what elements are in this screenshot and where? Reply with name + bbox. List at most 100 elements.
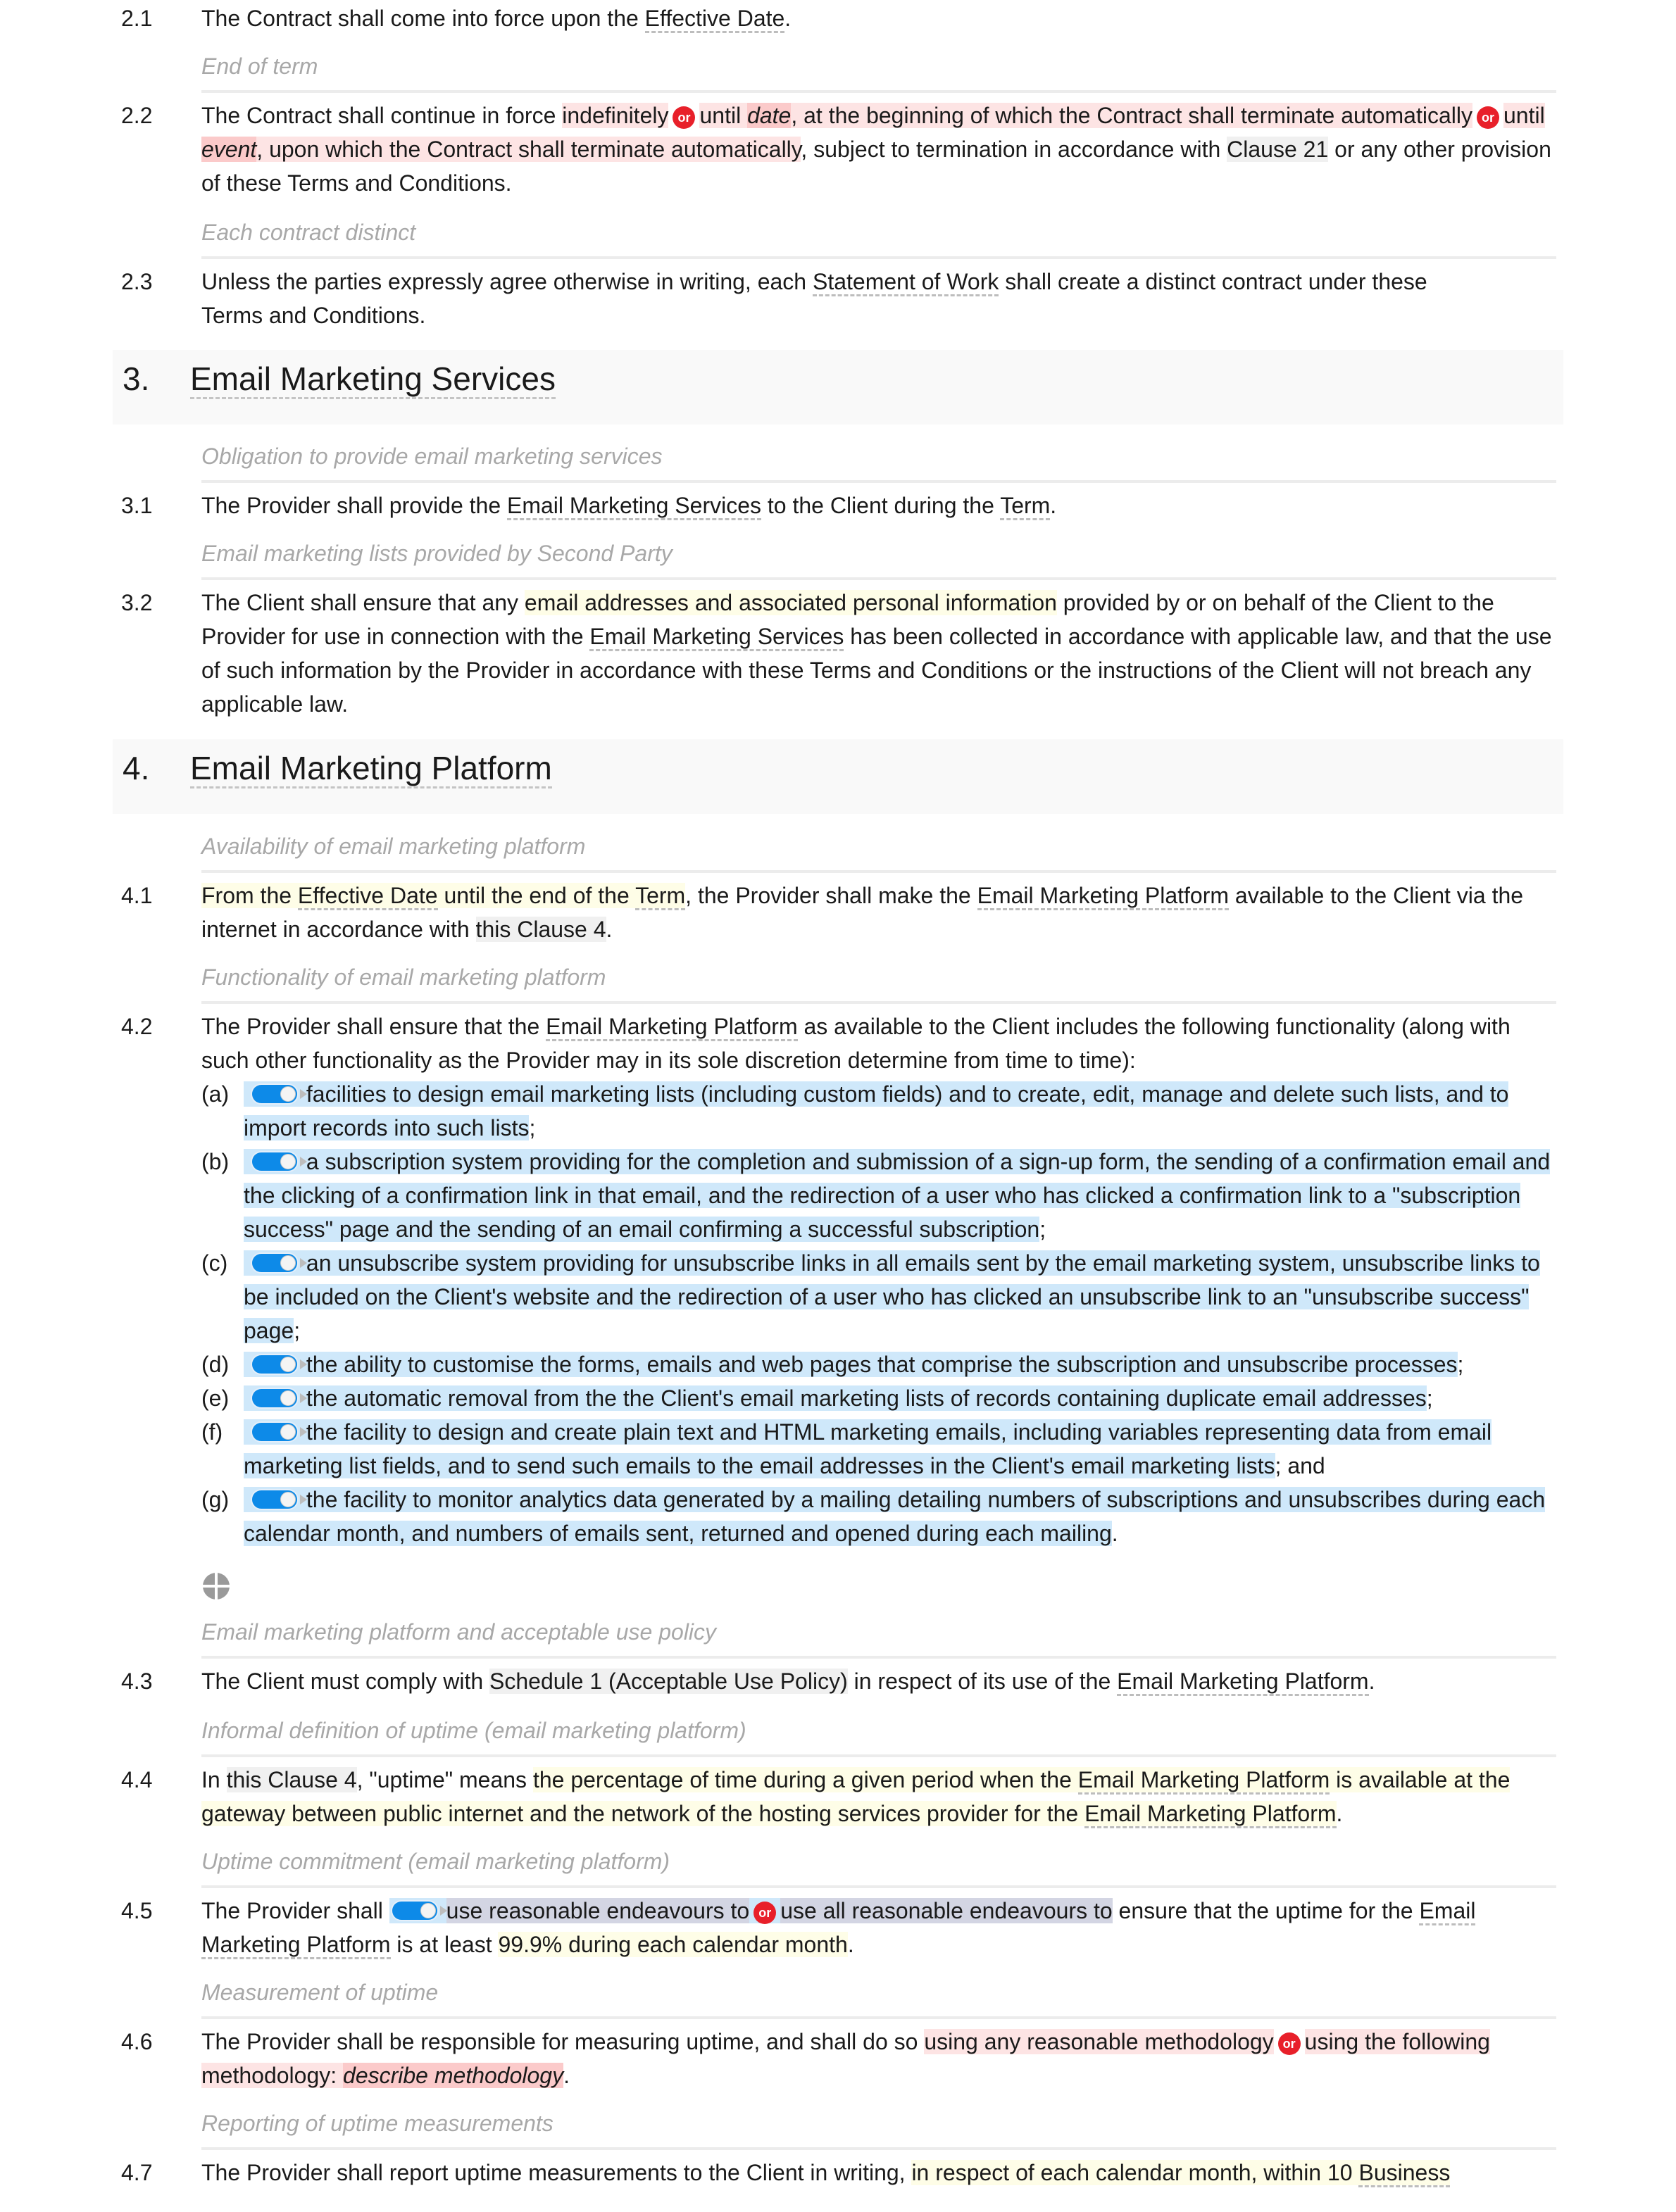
optional-item-d[interactable]: the ability to customise the forms, emai… [244, 1352, 1458, 1377]
optional-item-g[interactable]: the facility to monitor analytics data g… [244, 1487, 1546, 1546]
clause-4-2: 4.2 The Provider shall ensure that the E… [121, 1010, 1556, 1077]
caption-availability: Availability of email marketing platform [201, 829, 1556, 873]
defined-term-term[interactable]: Term [635, 883, 686, 910]
clause-text: The Provider shall [201, 1898, 389, 1923]
caption-measurement: Measurement of uptime [201, 1975, 1556, 2019]
toggle-switch[interactable] [252, 1389, 307, 1407]
clause-4-3: 4.3 The Client must comply with Schedule… [121, 1664, 1556, 1698]
optional-item-e[interactable]: the automatic removal from the the Clien… [244, 1385, 1427, 1411]
defined-term-effective-date[interactable]: Effective Date [297, 883, 438, 910]
clause-number: 4.5 [121, 1898, 153, 1923]
variable-describe-methodology[interactable]: describe methodology [343, 2063, 564, 2088]
option-text: , upon which the Contract shall terminat… [256, 137, 801, 162]
option-indefinitely[interactable]: indefinitely [562, 103, 669, 128]
toggle-switch[interactable] [252, 1490, 307, 1509]
highlight-personal-information[interactable]: email addresses and associated personal … [524, 590, 1057, 615]
expand-arrow-icon [300, 1258, 307, 1268]
clause-2-3: 2.3 Unless the parties expressly agree o… [121, 265, 1469, 332]
option-all-reasonable-endeavours[interactable]: use all reasonable endeavours to [780, 1898, 1113, 1923]
expand-arrow-icon [300, 1427, 307, 1437]
list-label: (a) [201, 1081, 230, 1107]
list-label: (b) [201, 1149, 230, 1174]
defined-term-business-day[interactable]: Business [1358, 2160, 1451, 2187]
clause-text: Unless the parties expressly agree other… [201, 269, 813, 294]
or-badge[interactable]: or [673, 106, 696, 129]
defined-term-statement-of-work[interactable]: Statement of Work [812, 269, 999, 296]
or-badge[interactable]: or [1277, 2032, 1301, 2055]
or-badge[interactable]: or [753, 1902, 777, 1924]
clause-number: 4.1 [121, 883, 153, 908]
clause-text: . [1336, 1801, 1343, 1826]
clause-4-4: 4.4 In this Clause 4, "uptime" means the… [121, 1763, 1556, 1830]
clause-4-7: 4.7 The Provider shall report uptime mea… [121, 2156, 1556, 2189]
section-title-text[interactable]: Email Marketing Services [190, 360, 556, 399]
optional-endeavours[interactable]: use reasonable endeavours to or use all re… [389, 1898, 1113, 1924]
defined-term-email-marketing-platform[interactable]: Email Marketing Platform [977, 883, 1230, 910]
section-title-text[interactable]: Email Marketing Platform [190, 750, 552, 788]
highlight-uptime-percentage[interactable]: 99.9% during each calendar month [498, 1932, 848, 1957]
defined-term-effective-date[interactable]: Effective Date [644, 6, 785, 33]
highlight-text: until the end of the [437, 883, 636, 908]
defined-term-email-marketing-services[interactable]: Email Marketing Services [507, 493, 761, 520]
toggle-knob [420, 1903, 436, 1918]
caption-reporting: Reporting of uptime measurements [201, 2106, 1556, 2150]
cross-reference-clause-4[interactable]: this Clause 4 [475, 917, 606, 942]
defined-term-email-marketing-platform[interactable]: Email Marketing Platform [546, 1014, 798, 1041]
option-text: until [699, 103, 748, 128]
defined-term-email-marketing-platform[interactable]: Email Marketing Platform [1077, 1767, 1330, 1795]
clause-text: The Contract shall continue in force [201, 103, 563, 128]
toggle-switch[interactable] [392, 1902, 447, 1920]
list-item: (e) the automatic removal from the the C… [201, 1381, 1556, 1415]
cross-reference-clause-21[interactable]: Clause 21 [1227, 137, 1329, 162]
clause-number: 2.3 [121, 269, 153, 294]
clause-number: 4.7 [121, 2160, 153, 2185]
optional-item-c[interactable]: an unsubscribe system providing for unsu… [244, 1250, 1540, 1343]
clause-3-1: 3.1 The Provider shall provide the Email… [121, 489, 1556, 522]
list-item-text: a subscription system providing for the … [244, 1149, 1551, 1242]
defined-term-email-marketing-platform[interactable]: Email Marketing Platform [1084, 1801, 1337, 1828]
crosshair-icon[interactable] [203, 1573, 230, 1600]
highlight-text: the percentage of time during a given pe… [532, 1767, 1078, 1792]
variable-event[interactable]: event [201, 137, 257, 162]
clause-text: . [847, 1932, 854, 1957]
cross-reference-schedule-1[interactable]: Schedule 1 (Acceptable Use Policy) [489, 1669, 848, 1694]
optional-item-a[interactable]: facilities to design email marketing lis… [244, 1081, 1509, 1140]
list-item-end: . [1111, 1521, 1118, 1546]
defined-term-email-marketing-platform[interactable]: Email Marketing Platform [1117, 1669, 1369, 1696]
option-any-methodology[interactable]: using any reasonable methodology [924, 2029, 1274, 2054]
list-item-end: ; [529, 1115, 536, 1140]
toggle-switch[interactable] [252, 1355, 307, 1374]
toggle-switch[interactable] [252, 1085, 307, 1103]
defined-term-term[interactable]: Term [1000, 493, 1051, 520]
expand-arrow-icon [300, 1089, 307, 1099]
clause-text: . [1368, 1669, 1375, 1694]
list-item: (d) the ability to customise the forms, … [201, 1347, 1556, 1381]
or-badge[interactable]: or [1476, 106, 1499, 129]
optional-item-b[interactable]: a subscription system providing for the … [244, 1149, 1551, 1242]
toggle-switch[interactable] [252, 1152, 307, 1171]
toggle-knob [280, 1424, 296, 1440]
list-label: (e) [201, 1385, 230, 1411]
list-item: (f) the facility to design and create pl… [201, 1415, 1556, 1483]
clause-text: to the Client during the [761, 493, 1001, 518]
highlight-effective-period[interactable]: From the Effective Date until the end of… [201, 883, 686, 910]
clause-text: The Contract shall come into force upon … [201, 6, 645, 31]
clause-2-1: 2.1 The Contract shall come into force u… [121, 1, 1556, 35]
section-title: Email Marketing Services [190, 358, 556, 400]
toggle-switch[interactable] [252, 1254, 307, 1272]
option-reasonable-endeavours[interactable]: use reasonable endeavours to [446, 1898, 750, 1923]
clause-number: 2.2 [121, 103, 153, 128]
cross-reference-clause-4[interactable]: this Clause 4 [226, 1767, 357, 1792]
highlight-reporting-period[interactable]: in respect of each calendar month, withi… [911, 2160, 1451, 2187]
expand-arrow-icon [439, 1906, 447, 1916]
list-item-end: ; and [1275, 1453, 1325, 1478]
defined-term-email-marketing-services[interactable]: Email Marketing Services [589, 624, 844, 651]
toggle-knob [280, 1086, 296, 1102]
clause-text: , the Provider shall make the [685, 883, 977, 908]
toggle-switch[interactable] [252, 1423, 307, 1441]
variable-date[interactable]: date [747, 103, 792, 128]
option-until-date[interactable]: until date, at the beginning of which th… [699, 103, 1472, 128]
caption-end-of-term: End of term [201, 49, 1556, 93]
list-item-text: an unsubscribe system providing for unsu… [244, 1250, 1540, 1343]
caption-email-lists: Email marketing lists provided by Second… [201, 536, 1556, 580]
